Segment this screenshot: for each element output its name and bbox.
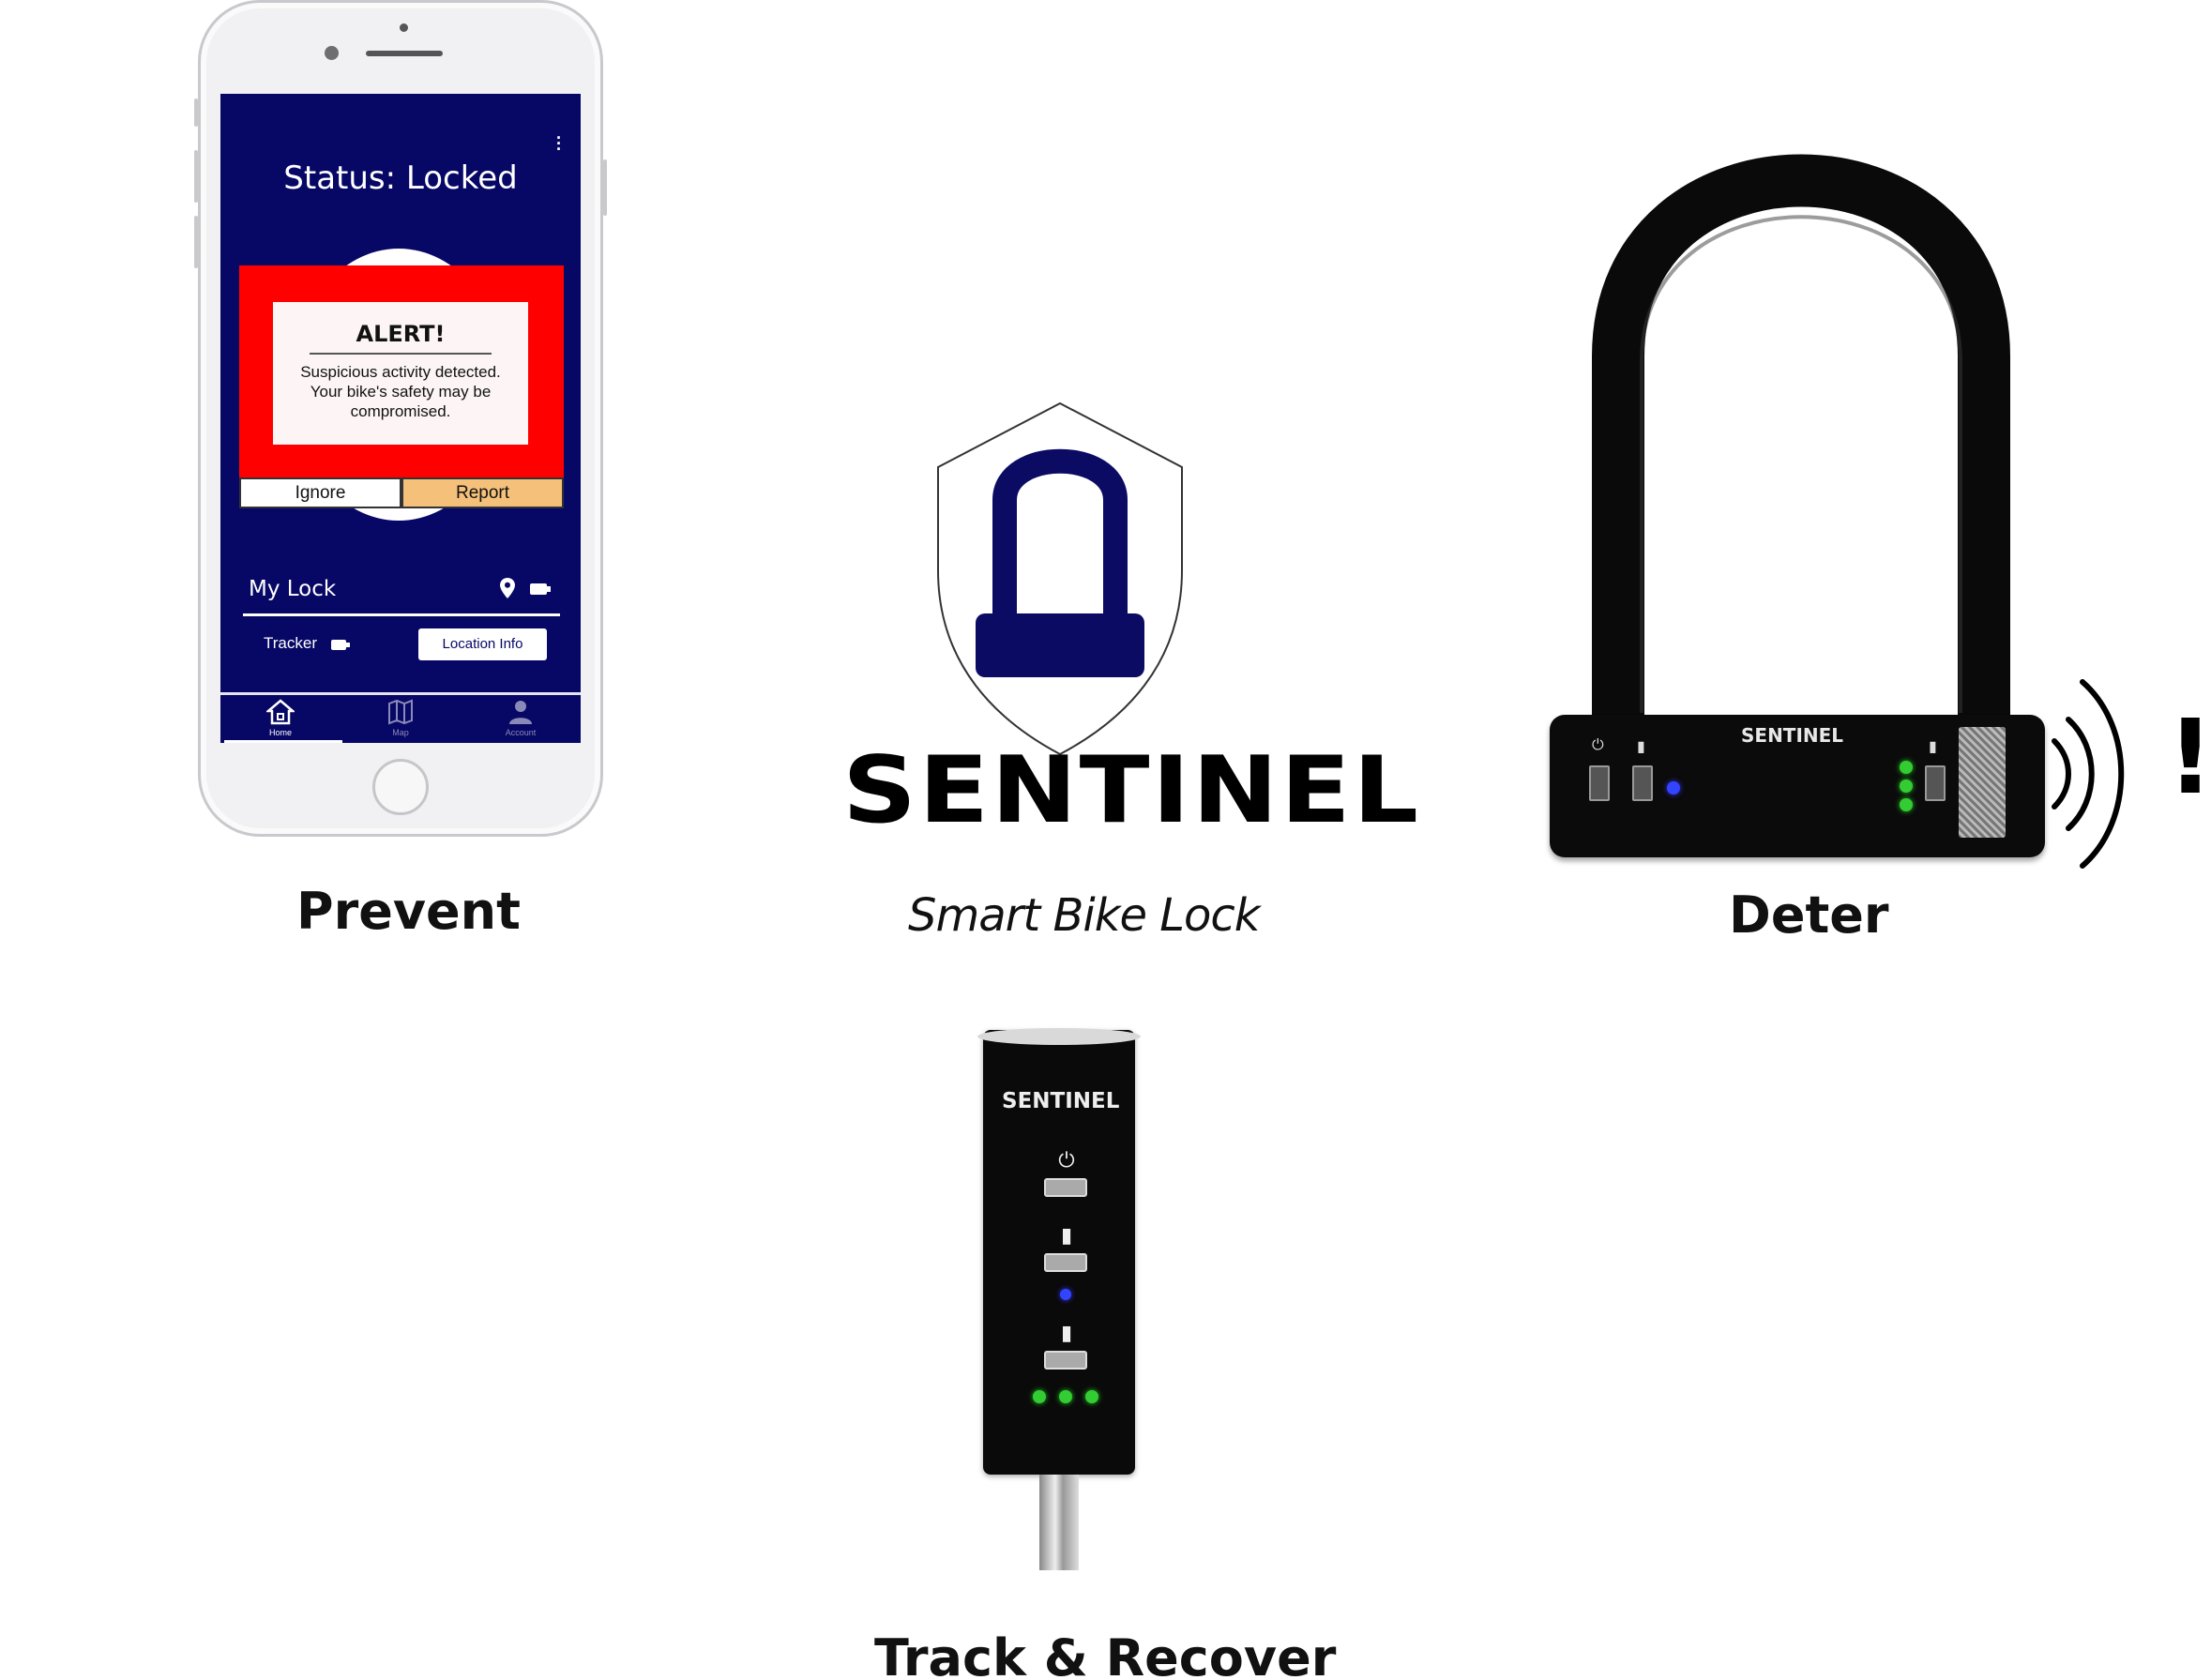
battery-led xyxy=(1059,1390,1072,1403)
caption-prevent: Prevent xyxy=(296,882,521,941)
status-title: Status: Locked xyxy=(283,159,518,197)
location-info-button[interactable]: Location Info xyxy=(418,628,547,660)
status-led xyxy=(1667,781,1680,795)
power-button xyxy=(1589,765,1610,801)
battery-icon: ▮ xyxy=(1929,739,1937,755)
battery-led xyxy=(1085,1390,1098,1403)
tracker-brand: SENTINEL xyxy=(1002,1089,1120,1113)
battery-led xyxy=(1900,779,1913,793)
bluetooth-button xyxy=(1044,1253,1087,1272)
map-icon xyxy=(388,699,413,725)
bottom-tab-bar: Home Map Account xyxy=(220,692,581,743)
tab-home[interactable]: Home xyxy=(220,699,341,737)
app-screen: · · · Status: Locked ALERT! Suspicious act… xyxy=(220,94,581,743)
battery-icon: ▮ xyxy=(1060,1321,1073,1344)
caption-deter: Deter xyxy=(1729,885,1889,945)
tab-label: Home xyxy=(268,728,292,737)
divider xyxy=(243,613,560,616)
tracker-mount-shaft xyxy=(1039,1475,1079,1570)
status-led xyxy=(1060,1289,1071,1300)
ignore-button[interactable]: Ignore xyxy=(239,477,401,508)
alert-title: ALERT! xyxy=(309,321,492,355)
phone-side-button xyxy=(194,98,198,127)
phone-side-button xyxy=(194,150,198,203)
alert-message: Suspicious activity detected. Your bike'… xyxy=(273,362,528,421)
kebab-menu-icon[interactable]: · · · xyxy=(556,129,562,158)
battery-button xyxy=(1925,765,1946,801)
proximity-sensor xyxy=(400,23,408,32)
map-pin-icon[interactable] xyxy=(500,578,515,598)
phone-side-button xyxy=(194,216,198,268)
u-lock-brand: SENTINEL xyxy=(1741,724,1844,747)
battery-led xyxy=(1033,1390,1046,1403)
battery-icon xyxy=(331,640,350,650)
home-icon xyxy=(265,699,296,725)
tab-account[interactable]: Account xyxy=(461,699,581,737)
power-icon: ⏻ xyxy=(1592,737,1604,753)
earpiece-speaker xyxy=(366,51,443,56)
tracker-label: Tracker xyxy=(264,634,317,652)
phone-side-button xyxy=(603,159,607,216)
tagline: Smart Bike Lock xyxy=(908,889,1261,942)
battery-icon xyxy=(530,583,551,595)
tab-label: Account xyxy=(505,728,537,737)
power-button xyxy=(1044,1178,1087,1197)
battery-led xyxy=(1900,761,1913,774)
u-lock-shackle xyxy=(1592,154,2010,732)
alert-message-line: Your bike's safety may be xyxy=(310,383,492,401)
tracker-cap xyxy=(977,1028,1141,1045)
active-tab-indicator xyxy=(224,740,342,743)
speaker-grill xyxy=(1959,727,2006,838)
tab-map[interactable]: Map xyxy=(341,699,461,737)
alert-dialog: ALERT! Suspicious activity detected. You… xyxy=(273,302,528,445)
caption-track-recover: Track & Recover xyxy=(874,1628,1337,1680)
bluetooth-button xyxy=(1632,765,1653,801)
sound-waves-icon xyxy=(2052,679,2125,869)
brand-wordmark: SENTINEL xyxy=(842,737,1421,844)
power-icon: ⏻ xyxy=(1058,1148,1075,1172)
alert-message-line: Suspicious activity detected. xyxy=(300,363,501,381)
alert-message-line: compromised. xyxy=(350,402,451,420)
my-lock-label[interactable]: My Lock xyxy=(249,577,336,601)
bluetooth-icon: ▮ xyxy=(1060,1223,1073,1247)
front-camera xyxy=(325,46,339,60)
shield-padlock-icon xyxy=(937,401,1183,756)
bluetooth-icon: ▮ xyxy=(1637,739,1645,755)
alarm-exclamation: ! xyxy=(2167,697,2211,817)
phone-home-button xyxy=(372,759,429,815)
battery-led xyxy=(1900,798,1913,811)
battery-button xyxy=(1044,1351,1087,1370)
tab-label: Map xyxy=(392,728,409,737)
report-button[interactable]: Report xyxy=(401,477,564,508)
person-icon xyxy=(509,701,532,724)
